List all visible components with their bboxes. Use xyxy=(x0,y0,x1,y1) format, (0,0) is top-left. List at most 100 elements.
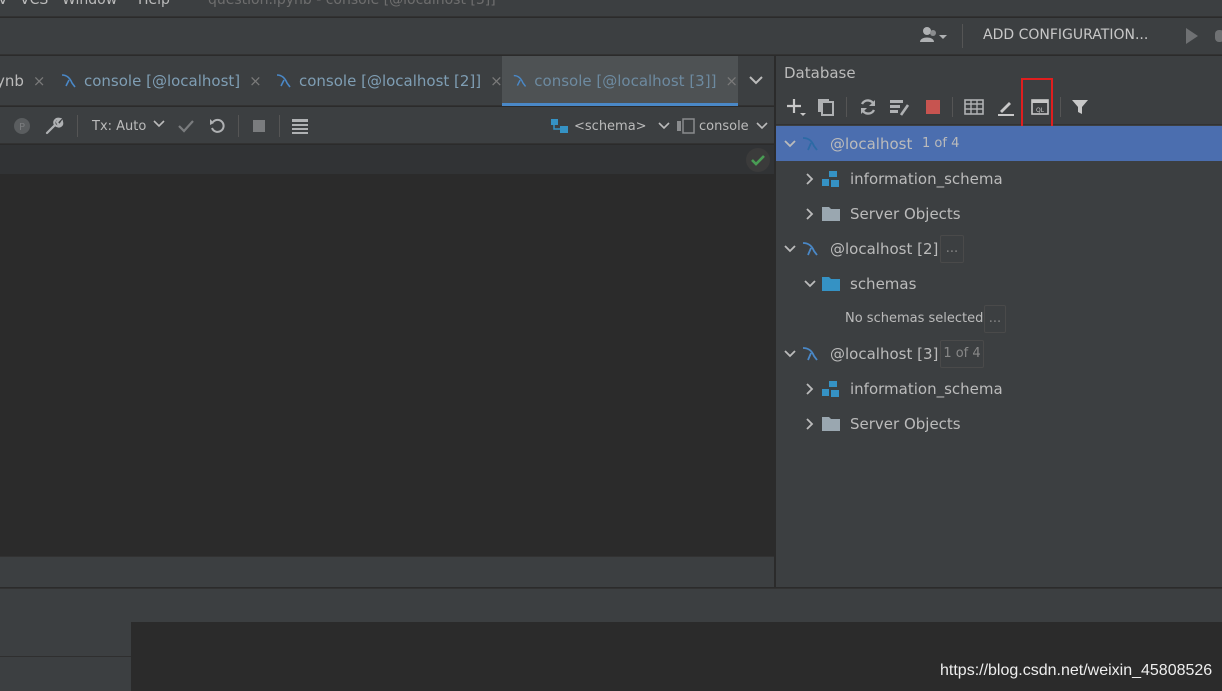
tab-label: console [@localhost [3]] xyxy=(534,72,717,90)
mysql-icon xyxy=(802,241,818,256)
chevron-down-icon xyxy=(756,122,768,130)
chevron-right-icon[interactable] xyxy=(803,172,817,186)
tree-item-information-schema[interactable]: information_schema xyxy=(776,371,1222,406)
chevron-down-icon[interactable] xyxy=(748,72,764,88)
menu-item-window[interactable]: Window xyxy=(62,0,117,8)
window-title: question.ipynb - console [@localhost [3]… xyxy=(208,0,496,8)
panel-title: Database xyxy=(784,64,856,82)
bottom-panel xyxy=(131,622,1222,691)
toolbar-separator xyxy=(962,24,963,48)
chevron-right-icon[interactable] xyxy=(803,382,817,396)
tab-console-localhost[interactable]: console [@localhost] × xyxy=(60,56,262,106)
run-icon[interactable] xyxy=(1184,27,1200,45)
chevron-right-icon[interactable] xyxy=(803,417,817,431)
mysql-icon xyxy=(802,136,818,151)
schema-sync-icon[interactable] xyxy=(888,95,912,119)
stop-icon[interactable] xyxy=(921,95,945,119)
close-icon[interactable]: × xyxy=(33,72,46,90)
tree-item-label: Server Objects xyxy=(850,414,961,433)
schema-select[interactable]: <schema> xyxy=(550,117,671,135)
close-icon[interactable]: × xyxy=(249,72,262,90)
chevron-down-icon[interactable] xyxy=(783,347,797,361)
commit-icon[interactable] xyxy=(176,116,196,140)
tab-label: ynb xyxy=(0,72,24,90)
toolbar-separator xyxy=(952,97,953,117)
database-panel: Database QL @localhost 1 of 4 informatio… xyxy=(775,56,1222,587)
tree-item-localhost[interactable]: @localhost 1 of 4 xyxy=(776,126,1222,161)
sql-editor[interactable] xyxy=(0,176,774,556)
toolbar-separator xyxy=(238,115,239,137)
tx-mode-select[interactable]: Tx: Auto xyxy=(92,118,166,134)
tree-item-localhost-3[interactable]: @localhost [3] 1 of 4 xyxy=(776,336,1222,371)
database-toolbar: QL xyxy=(776,89,1222,125)
folder-icon xyxy=(822,416,840,431)
more-button[interactable]: ... xyxy=(940,234,964,263)
tree-item-label: No schemas selected xyxy=(845,311,984,326)
menu-item-help[interactable]: Help xyxy=(138,0,170,8)
tree-item-schemas[interactable]: schemas xyxy=(776,266,1222,301)
tab-notebook[interactable]: ynb × xyxy=(0,56,45,106)
rollback-icon[interactable] xyxy=(208,116,228,140)
editor-gutter-header xyxy=(0,145,774,175)
close-icon[interactable]: × xyxy=(725,72,738,90)
menu-item-vcs[interactable]: VCS xyxy=(20,0,48,8)
tree-item-localhost-2[interactable]: @localhost [2] ... xyxy=(776,231,1222,266)
duplicate-icon[interactable] xyxy=(814,95,838,119)
tab-console-localhost-3[interactable]: console [@localhost [3]] × xyxy=(502,56,738,106)
wrench-icon[interactable] xyxy=(44,116,64,140)
stop-icon[interactable] xyxy=(249,116,269,140)
mysql-icon xyxy=(276,74,291,88)
tab-console-localhost-2[interactable]: console [@localhost [2]] × xyxy=(275,56,503,106)
mysql-icon xyxy=(802,346,818,361)
tool-window-strip xyxy=(0,588,1222,622)
console-icon xyxy=(677,118,695,134)
console-toolbar: P Tx: Auto <schema> console xyxy=(0,107,774,144)
session-select[interactable]: console xyxy=(676,117,769,135)
refresh-icon[interactable] xyxy=(856,95,880,119)
tree-item-label: @localhost [2] xyxy=(830,239,939,258)
tree-item-server-objects[interactable]: Server Objects xyxy=(776,406,1222,441)
menu-item-v[interactable]: V xyxy=(0,0,8,8)
tree-item-no-schemas: No schemas selected ... xyxy=(776,301,1222,336)
close-icon[interactable]: × xyxy=(490,72,503,90)
mysql-icon xyxy=(513,74,527,87)
add-icon[interactable] xyxy=(784,95,808,119)
svg-text:P: P xyxy=(19,122,25,133)
more-button[interactable]: ... xyxy=(984,304,1006,333)
tree-item-label: information_schema xyxy=(850,169,1003,188)
chevron-right-icon[interactable] xyxy=(803,207,817,221)
folder-icon xyxy=(822,276,840,291)
tree-item-label: @localhost xyxy=(830,134,913,153)
tab-label: console [@localhost] xyxy=(84,72,241,90)
chevron-down-icon xyxy=(153,120,165,128)
output-layout-icon[interactable] xyxy=(290,116,310,140)
user-account-icon[interactable] xyxy=(918,25,952,47)
chevron-down-icon xyxy=(658,122,670,130)
tree-item-label: schemas xyxy=(850,274,917,293)
chevron-down-icon[interactable] xyxy=(783,137,797,151)
filter-icon[interactable] xyxy=(1068,95,1092,119)
transaction-icon[interactable]: P xyxy=(12,116,32,140)
tx-mode-label: Tx: Auto xyxy=(92,119,147,134)
add-configuration-button[interactable]: ADD CONFIGURATION... xyxy=(983,27,1148,43)
chevron-down-icon[interactable] xyxy=(783,242,797,256)
tree-item-information-schema[interactable]: information_schema xyxy=(776,161,1222,196)
tab-label: console [@localhost [2]] xyxy=(299,72,482,90)
run-toolbar: ADD CONFIGURATION... xyxy=(0,18,1222,55)
schema-icon xyxy=(822,380,839,397)
toolbar-separator xyxy=(77,115,78,137)
chevron-down-icon[interactable] xyxy=(803,277,817,291)
schema-count-badge: 1 of 4 xyxy=(922,136,960,151)
tree-item-label: information_schema xyxy=(850,379,1003,398)
check-icon xyxy=(746,148,770,172)
divider xyxy=(0,656,131,657)
tree-item-server-objects[interactable]: Server Objects xyxy=(776,196,1222,231)
menu-bar: V VCS Window Help question.ipynb - conso… xyxy=(0,0,1222,17)
table-view-icon[interactable] xyxy=(962,95,986,119)
schema-count-badge[interactable]: 1 of 4 xyxy=(940,339,984,368)
schema-label: <schema> xyxy=(574,118,647,134)
debug-icon[interactable] xyxy=(1212,27,1222,45)
tree-item-label: @localhost [3] xyxy=(830,344,939,363)
edit-icon[interactable] xyxy=(994,95,1018,119)
mysql-icon xyxy=(61,74,76,88)
